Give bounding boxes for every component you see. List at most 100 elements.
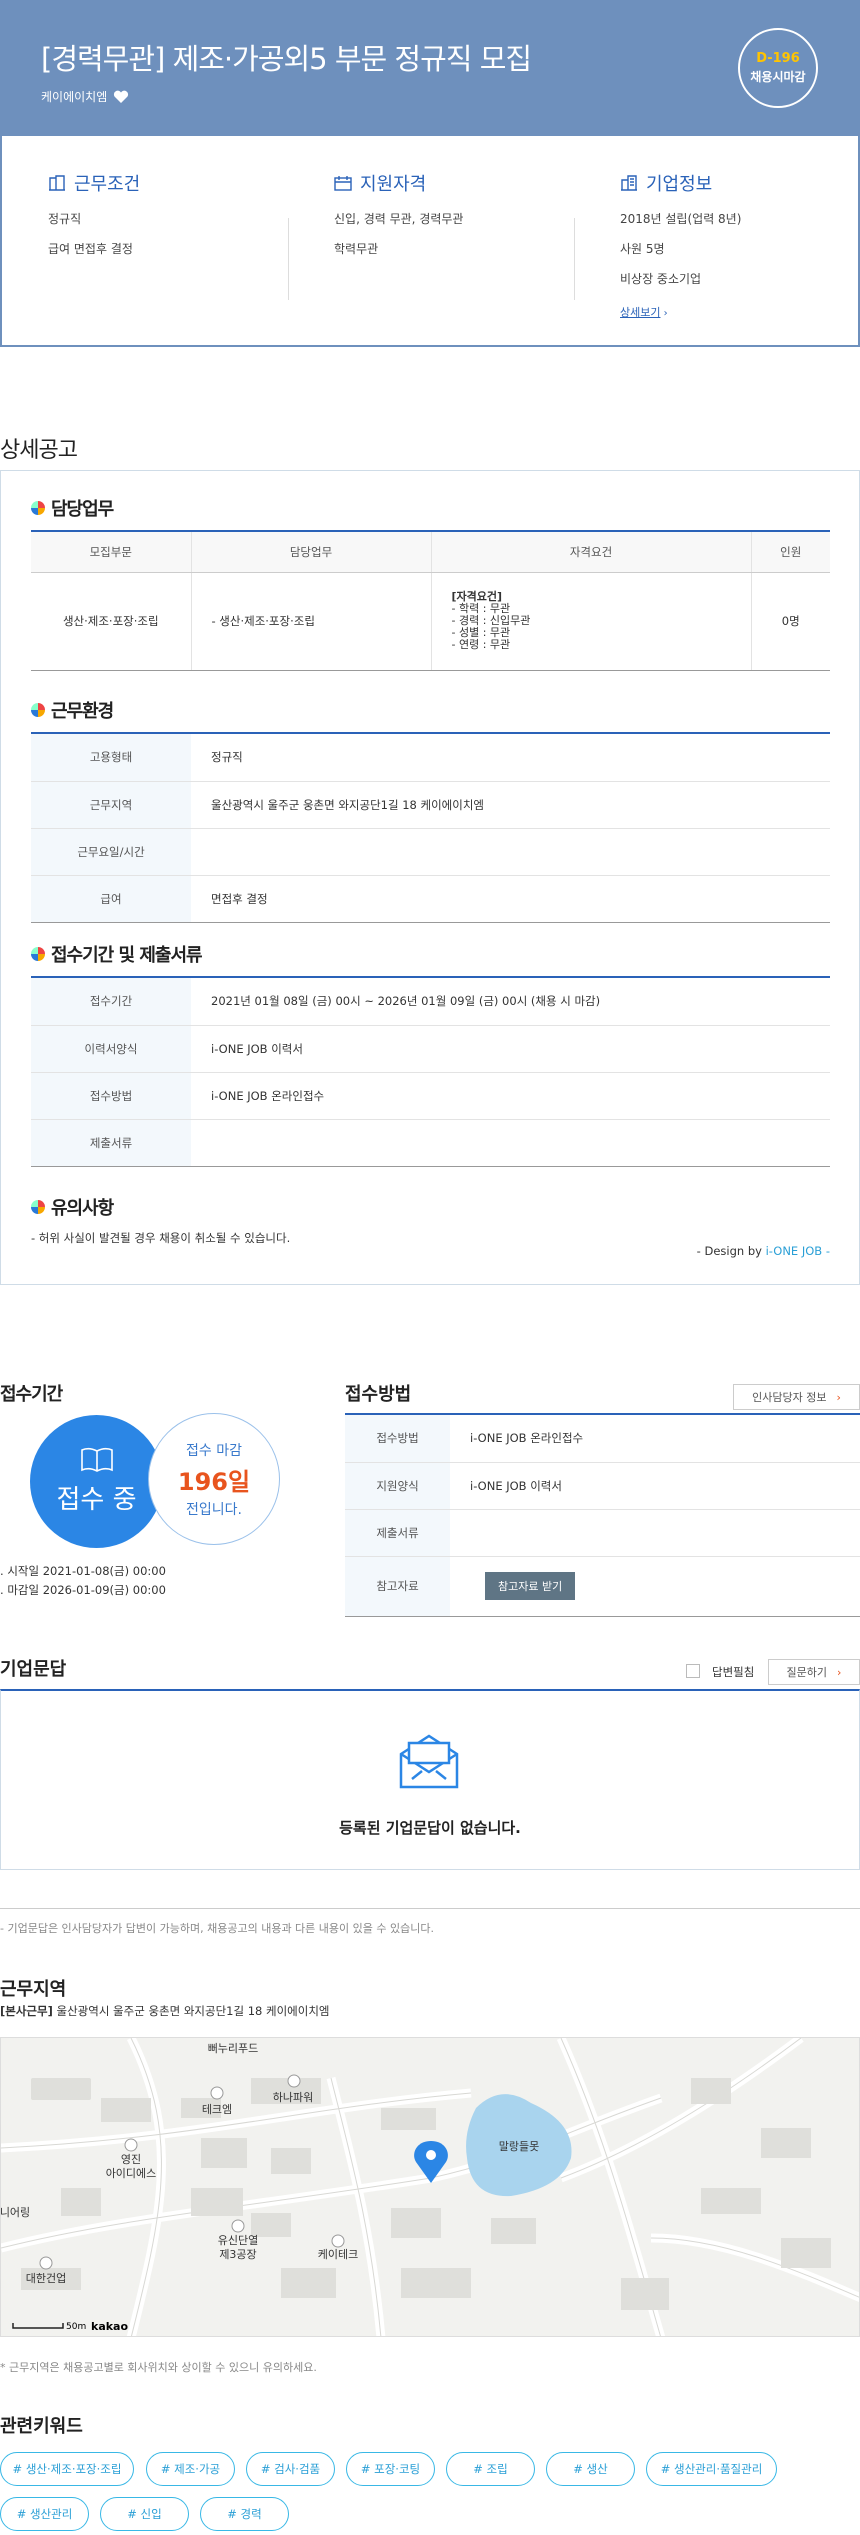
keyword-tag[interactable]: # 생산 xyxy=(546,2452,635,2486)
keyword-tag[interactable]: # 생산관리 xyxy=(0,2497,89,2531)
qa-panel: 등록된 기업문답이 없습니다. xyxy=(0,1689,860,1870)
apply-status: 접수 중 xyxy=(56,1485,137,1515)
duty-part: 생산·제조·포장·조립 xyxy=(31,572,192,671)
qa-empty: 등록된 기업문답이 없습니다. xyxy=(339,1819,521,1837)
table-row: 급여 면접후 결정 xyxy=(31,875,830,923)
col-header: 모집부문 xyxy=(31,532,192,573)
period-title: 접수기간 및 제출서류 xyxy=(51,945,203,966)
env-title: 근무환경 xyxy=(51,701,114,722)
bullet-icon xyxy=(31,501,45,515)
map[interactable]: 뻐누리푸드 하나파워 테크엠 영진 아이디에스 말랑들못 유신단열 제3공장 케이테… xyxy=(0,2037,860,2337)
duty-count: 0명 xyxy=(751,572,830,671)
qa-title: 기업문답 xyxy=(0,1659,67,1680)
job-header: [경력무관] 제조·가공외5 부문 정규직 모집 케이에이치엠 D-196 채용… xyxy=(0,0,860,136)
keyword-tag[interactable]: # 조립 xyxy=(446,2452,535,2486)
svg-text:말랑들못: 말랑들못 xyxy=(499,2140,539,2153)
keyword-tag[interactable]: # 제조·가공 xyxy=(146,2452,235,2486)
apply-method-panel: 접수방법 i-ONE JOB 온라인접수 지원양식 i-ONE JOB 이력서 제출… xyxy=(345,1413,860,1617)
duty-task: - 생산·제조·포장·조립 xyxy=(191,572,432,671)
svg-text:아이디에스: 아이디에스 xyxy=(106,2167,157,2180)
location-address: [본사근무] 울산광역시 울주군 웅촌면 와지공단1길 18 케이에이치엠 xyxy=(0,2004,330,2018)
period-section: 접수기간 및 제출서류 접수기간 2021년 01월 08일 (금) 00시 ~ … xyxy=(31,941,830,1167)
table-row: 참고자료 참고자료 받기 xyxy=(345,1556,860,1617)
keywords-title: 관련키워드 xyxy=(0,2416,83,2437)
deadline-label: 접수 마감 xyxy=(186,1442,242,1459)
heart-icon[interactable] xyxy=(113,90,129,104)
company-name[interactable]: 케이에이치엠 xyxy=(41,88,107,105)
svg-text:테크엠: 테크엠 xyxy=(202,2103,232,2116)
keyword-tag[interactable]: # 생산관리·품질관리 xyxy=(646,2452,777,2486)
apply-table: 접수방법 i-ONE JOB 온라인접수 지원양식 i-ONE JOB 이력서 제출… xyxy=(345,1415,860,1617)
qual-career: 신입, 경력 무관, 경력무관 xyxy=(334,212,464,226)
table-row: 고용형태 정규직 xyxy=(31,734,830,782)
keyword-tag[interactable]: # 포장·코팅 xyxy=(346,2452,435,2486)
table-row: 접수방법 i-ONE JOB 온라인접수 xyxy=(345,1415,860,1463)
chevron-right-icon: › xyxy=(837,1665,842,1679)
dday-badge: D-196 채용시마감 xyxy=(738,28,818,108)
detail-section-title: 상세공고 xyxy=(0,438,78,463)
end-date: . 마감일 2026-01-09(금) 00:00 xyxy=(0,1583,166,1597)
work-type: 정규직 xyxy=(48,212,82,226)
work-salary: 급여 면접후 결정 xyxy=(48,242,133,256)
svg-text:케이테크: 케이테크 xyxy=(318,2248,358,2261)
keyword-tag[interactable]: # 생산·제조·포장·조립 xyxy=(0,2452,134,2486)
summary-box: 근무조건 정규직 급여 면접후 결정 지원자격 신입, 경력 무관, 경력무관 … xyxy=(0,136,860,347)
qual-title: 지원자격 xyxy=(360,174,427,195)
table-row: 접수방법 i-ONE JOB 온라인접수 xyxy=(31,1072,830,1120)
map-canvas[interactable]: 뻐누리푸드 하나파워 테크엠 영진아이디에스 말랑들못 유신단열제3공장 케이테… xyxy=(1,2038,860,2337)
company-info: 기업정보 2018년 설립(업력 8년) 사원 5명 비상장 중소기업 상세보기… xyxy=(620,170,741,320)
book-icon xyxy=(80,1447,113,1472)
answer-checkbox[interactable] xyxy=(686,1664,700,1678)
keyword-tag[interactable]: # 검사·검품 xyxy=(246,2452,335,2486)
location-note: * 근무지역은 채용공고별로 회사위치와 상이할 수 있으니 유의하세요. xyxy=(0,2361,317,2374)
company-employees: 사원 5명 xyxy=(620,242,665,256)
env-section: 근무환경 고용형태 정규직 근무지역 울산광역시 울주군 웅촌면 와지공단1길 18… xyxy=(31,697,830,923)
company-name-row: 케이에이치엠 xyxy=(41,88,129,105)
days-left: 196일 xyxy=(177,1467,251,1496)
svg-text:하나파워: 하나파워 xyxy=(273,2090,313,2104)
bullet-icon xyxy=(31,947,45,961)
days-suffix: 전입니다. xyxy=(186,1501,242,1518)
qual-education: 학력무관 xyxy=(334,242,379,256)
table-row: 근무지역 울산광역시 울주군 웅촌면 와지공단1길 18 케이에이치엠 xyxy=(31,781,830,829)
map-scale: 50m xyxy=(66,2322,86,2332)
map-label-road: 뻐누리푸드 xyxy=(208,2042,259,2055)
keyword-tag[interactable]: # 신입 xyxy=(100,2497,189,2531)
notice-title: 유의사항 xyxy=(51,1198,114,1219)
deadline-circle: 접수 마감 196일 전입니다. xyxy=(148,1413,280,1545)
office-icon xyxy=(621,175,637,191)
design-credit: - Design by i-ONE JOB - xyxy=(696,1244,830,1258)
bullet-icon xyxy=(31,703,45,717)
building-icon xyxy=(49,175,65,191)
company-title: 기업정보 xyxy=(646,174,713,195)
notice-section: 유의사항 - 허위 사실이 발견될 경우 채용이 취소될 수 있습니다. - D… xyxy=(31,1194,830,1258)
svg-text:제3공장: 제3공장 xyxy=(219,2248,256,2261)
apply-method-title: 접수방법 xyxy=(345,1384,412,1405)
apply-period-title: 접수기간 xyxy=(0,1384,63,1405)
company-detail-link[interactable]: 상세보기 xyxy=(620,306,660,319)
table-row: 생산·제조·포장·조립 - 생산·제조·포장·조립 [자격요건] - 학력 : … xyxy=(31,572,830,671)
chevron-right-icon: › xyxy=(660,308,668,319)
svg-text:영진: 영진 xyxy=(121,2153,141,2166)
company-founded: 2018년 설립(업력 8년) xyxy=(620,212,742,226)
col-header: 자격요건 xyxy=(431,532,752,573)
svg-text:니어링: 니어링 xyxy=(1,2206,30,2219)
table-row: 이력서양식 i-ONE JOB 이력서 xyxy=(31,1025,830,1073)
table-row: 접수기간 2021년 01월 08일 (금) 00시 ~ 2026년 01월 09… xyxy=(31,978,830,1026)
qa-note: - 기업문답은 인사담당자가 답변이 가능하며, 채용공고의 내용과 다른 내용… xyxy=(0,1922,434,1935)
duty-title: 담당업무 xyxy=(51,499,114,520)
start-date: . 시작일 2021-01-08(금) 00:00 xyxy=(0,1564,166,1578)
col-header: 인원 xyxy=(751,532,830,573)
duty-table: 모집부문 담당업무 자격요건 인원 생산·제조·포장·조립 - 생산·제조·포장… xyxy=(31,532,830,671)
mail-icon xyxy=(399,1734,459,1789)
duty-section: 담당업무 모집부문 담당업무 자격요건 인원 생산·제조·포장·조립 - 생산·… xyxy=(31,495,830,671)
svg-text:유신단열: 유신단열 xyxy=(218,2234,258,2247)
table-row: 제출서류 xyxy=(345,1509,860,1557)
ref-download-button[interactable]: 참고자료 받기 xyxy=(485,1572,576,1600)
table-row: 근무요일/시간 xyxy=(31,828,830,876)
hr-info-button[interactable]: 인사담당자 정보 › xyxy=(733,1384,860,1410)
keyword-tag[interactable]: # 경력 xyxy=(200,2497,289,2531)
env-table: 고용형태 정규직 근무지역 울산광역시 울주군 웅촌면 와지공단1길 18 케이에이… xyxy=(31,734,830,923)
ask-button[interactable]: 질문하기 › xyxy=(768,1659,860,1685)
job-title: [경력무관] 제조·가공외5 부문 정규직 모집 xyxy=(41,42,532,76)
